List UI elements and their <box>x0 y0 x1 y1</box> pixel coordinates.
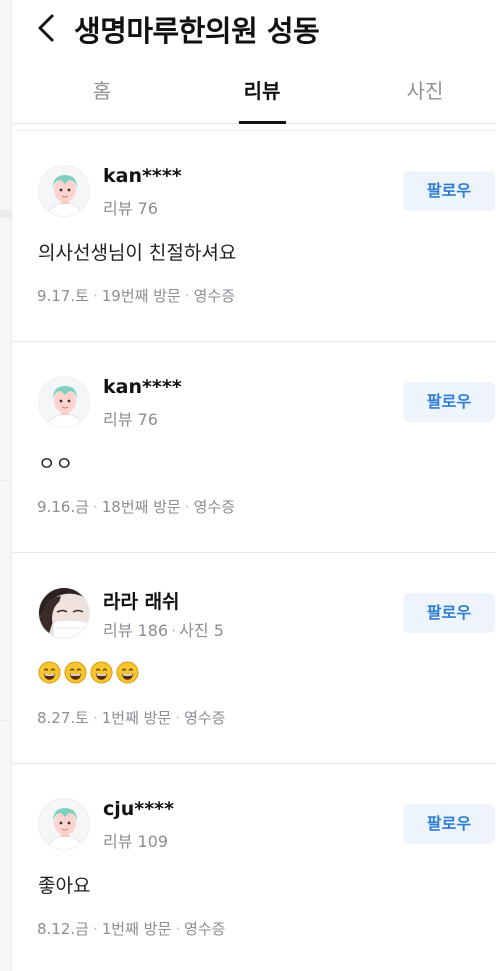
review-item: cju**** 리뷰 109 팔로우 좋아요 8.12.금 · 1번째 방문 · 영수증 <box>12 764 496 971</box>
review-footer: 9.17.토 · 19번째 방문 · 영수증 <box>37 287 235 305</box>
active-tab-indicator <box>239 121 286 124</box>
page-title: 생명마루한의원 성동 <box>74 14 320 48</box>
review-item: kan**** 리뷰 76 팔로우 ㅇㅇ 9.16.금 · 18번째 방문 · 영수증 <box>12 342 496 553</box>
follow-button[interactable]: 팔로우 <box>403 804 495 844</box>
review-date: 9.17.토 <box>37 287 89 305</box>
reviewer-nickname[interactable]: 라라 래쉬 <box>103 587 180 614</box>
reviews-panel: 생명마루한의원 성동 홈 리뷰 사진 kan**** 리뷰 76 팔로우 의사선… <box>12 0 496 971</box>
reviewer-meta: 리뷰 186 · 사진 5 <box>103 621 224 640</box>
review-date: 8.27.토 <box>37 709 89 727</box>
header: 생명마루한의원 성동 <box>12 0 496 58</box>
default-avatar-icon[interactable] <box>38 165 90 217</box>
receipt-label: 영수증 <box>193 287 235 305</box>
default-avatar-icon[interactable] <box>38 376 90 428</box>
visit-count: 19번째 방문 <box>101 287 181 305</box>
review-count: 리뷰 109 <box>103 832 169 851</box>
grinning-face-icon <box>90 661 113 684</box>
tab-photos[interactable]: 사진 <box>365 64 485 124</box>
reviewer-meta: 리뷰 109 <box>103 828 168 852</box>
visit-count: 1번째 방문 <box>101 920 172 938</box>
reviewer-nickname[interactable]: kan**** <box>103 376 182 398</box>
back-button[interactable] <box>32 10 60 46</box>
review-count: 리뷰 76 <box>103 199 158 218</box>
reviewer-nickname[interactable]: kan**** <box>103 165 182 187</box>
tab-home[interactable]: 홈 <box>42 64 162 124</box>
review-item: kan**** 리뷰 76 팔로우 의사선생님이 친절하셔요 9.17.토 · 19… <box>12 131 496 342</box>
default-avatar-icon[interactable] <box>38 798 90 850</box>
visit-count: 18번째 방문 <box>101 498 181 516</box>
grinning-face-icon <box>116 661 139 684</box>
review-date: 9.16.금 <box>37 498 89 516</box>
follow-button[interactable]: 팔로우 <box>403 593 495 633</box>
receipt-label: 영수증 <box>193 498 235 516</box>
reviewer-meta: 리뷰 76 <box>103 195 158 219</box>
page-edge-strip <box>0 0 12 971</box>
review-footer: 8.12.금 · 1번째 방문 · 영수증 <box>37 920 226 938</box>
review-footer: 8.27.토 · 1번째 방문 · 영수증 <box>37 709 226 727</box>
receipt-label: 영수증 <box>184 709 226 727</box>
receipt-label: 영수증 <box>184 920 226 938</box>
review-date: 8.12.금 <box>37 920 89 938</box>
tab-bar: 홈 리뷰 사진 <box>12 64 496 124</box>
profile-photo[interactable] <box>38 587 90 639</box>
review-text: 의사선생님이 친절하셔요 <box>38 242 237 264</box>
grinning-face-icon <box>38 661 61 684</box>
reviewer-nickname[interactable]: cju**** <box>103 798 174 820</box>
reviewer-meta: 리뷰 76 <box>103 406 158 430</box>
review-text: ㅇㅇ <box>38 453 73 475</box>
follow-button[interactable]: 팔로우 <box>403 382 495 422</box>
review-item: 라라 래쉬 리뷰 186 · 사진 5 팔로우 8.27.토 · 1번째 방문 · 영수증 <box>12 553 496 764</box>
chevron-left-icon <box>38 14 54 42</box>
review-text: 좋아요 <box>38 875 91 897</box>
visit-count: 1번째 방문 <box>101 709 172 727</box>
photo-count: 사진 5 <box>179 621 224 640</box>
follow-button[interactable]: 팔로우 <box>403 171 495 211</box>
grinning-face-icon <box>64 661 87 684</box>
review-count: 리뷰 76 <box>103 410 158 429</box>
tab-reviews[interactable]: 리뷰 <box>202 64 322 124</box>
review-emojis <box>38 661 139 684</box>
review-footer: 9.16.금 · 18번째 방문 · 영수증 <box>37 498 235 516</box>
review-count: 리뷰 186 <box>103 621 169 640</box>
